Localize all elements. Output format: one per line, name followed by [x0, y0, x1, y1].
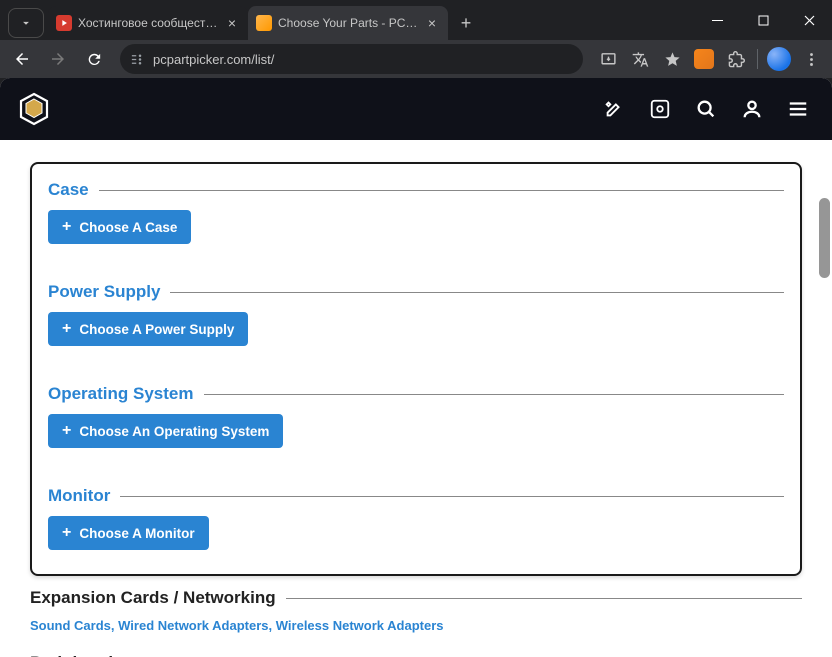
browser-tab-active[interactable]: Choose Your Parts - PCPartPicker × [248, 6, 448, 40]
extension-metamask[interactable] [689, 43, 719, 75]
window-maximize[interactable] [740, 0, 786, 40]
separator [757, 49, 758, 69]
choose-button-label: Choose A Power Supply [79, 322, 234, 337]
plus-icon: + [62, 423, 71, 439]
component-section: Expansion Cards / Networking Sound Cards… [30, 588, 802, 633]
choose-button[interactable]: + Choose An Operating System [48, 414, 283, 448]
user-icon[interactable] [734, 91, 770, 127]
choose-button[interactable]: + Choose A Case [48, 210, 191, 244]
scrollbar[interactable] [817, 78, 832, 657]
scrollbar-thumb[interactable] [819, 198, 830, 278]
sublink[interactable]: Wireless Network Adapters [276, 618, 444, 633]
settings-gear-icon[interactable] [642, 91, 678, 127]
section-title: Monitor [48, 486, 110, 506]
window-close[interactable] [786, 0, 832, 40]
reload-button[interactable] [78, 43, 110, 75]
tab-favicon [56, 15, 72, 31]
translate-icon[interactable] [625, 43, 655, 75]
choose-button-label: Choose A Case [79, 220, 177, 235]
profile-avatar[interactable] [764, 43, 794, 75]
site-settings-icon[interactable] [130, 52, 145, 67]
choose-button-label: Choose A Monitor [79, 526, 194, 541]
component-section: Operating System + Choose An Operating S… [48, 384, 784, 448]
section-rule [99, 190, 784, 191]
boxed-sections: Case + Choose A Case Power Supply + Choo… [30, 162, 802, 576]
tab-close-icon[interactable]: × [424, 15, 440, 31]
section-rule [170, 292, 784, 293]
plus-icon: + [62, 525, 71, 541]
tools-icon[interactable] [596, 91, 632, 127]
choose-button-label: Choose An Operating System [79, 424, 269, 439]
browser-toolbar: pcpartpicker.com/list/ [0, 40, 832, 78]
sublink[interactable]: Sound Cards [30, 618, 111, 633]
section-title: Expansion Cards / Networking [30, 588, 276, 608]
site-header [0, 78, 832, 140]
lower-sections: Expansion Cards / Networking Sound Cards… [30, 588, 802, 657]
component-section: Power Supply + Choose A Power Supply [48, 282, 784, 346]
tab-title: Choose Your Parts - PCPartPicker [278, 16, 418, 30]
browser-tab-inactive[interactable]: Хостинговое сообщество «Tim × [48, 6, 248, 40]
component-section: Monitor + Choose A Monitor [48, 486, 784, 550]
tab-title: Хостинговое сообщество «Tim [78, 16, 218, 30]
plus-icon: + [62, 321, 71, 337]
page-content: Case + Choose A Case Power Supply + Choo… [0, 78, 832, 657]
section-title: Case [48, 180, 89, 200]
section-rule [286, 598, 802, 599]
section-rule [120, 496, 784, 497]
back-button[interactable] [6, 43, 38, 75]
menu-icon[interactable] [796, 43, 826, 75]
bookmark-icon[interactable] [657, 43, 687, 75]
extensions-icon[interactable] [721, 43, 751, 75]
window-controls [694, 0, 832, 40]
address-bar[interactable]: pcpartpicker.com/list/ [120, 44, 583, 74]
component-section: Peripherals [30, 653, 802, 657]
section-title: Power Supply [48, 282, 160, 302]
install-app-icon[interactable] [593, 43, 623, 75]
tab-close-icon[interactable]: × [224, 15, 240, 31]
section-rule [204, 394, 785, 395]
window-minimize[interactable] [694, 0, 740, 40]
plus-icon: + [62, 219, 71, 235]
component-section: Case + Choose A Case [48, 180, 784, 244]
site-logo[interactable] [16, 91, 52, 127]
choose-button[interactable]: + Choose A Power Supply [48, 312, 248, 346]
browser-titlebar: Хостинговое сообщество «Tim × Choose You… [0, 0, 832, 40]
hamburger-menu-icon[interactable] [780, 91, 816, 127]
url-text: pcpartpicker.com/list/ [153, 52, 573, 67]
section-title: Peripherals [30, 653, 123, 657]
sublinks: Sound Cards, Wired Network Adapters, Wir… [30, 618, 802, 633]
forward-button[interactable] [42, 43, 74, 75]
tab-favicon [256, 15, 272, 31]
sublink[interactable]: Wired Network Adapters [118, 618, 268, 633]
section-title: Operating System [48, 384, 194, 404]
new-tab-button[interactable]: + [452, 9, 480, 37]
tab-search-dropdown[interactable] [8, 8, 44, 38]
choose-button[interactable]: + Choose A Monitor [48, 516, 209, 550]
search-icon[interactable] [688, 91, 724, 127]
